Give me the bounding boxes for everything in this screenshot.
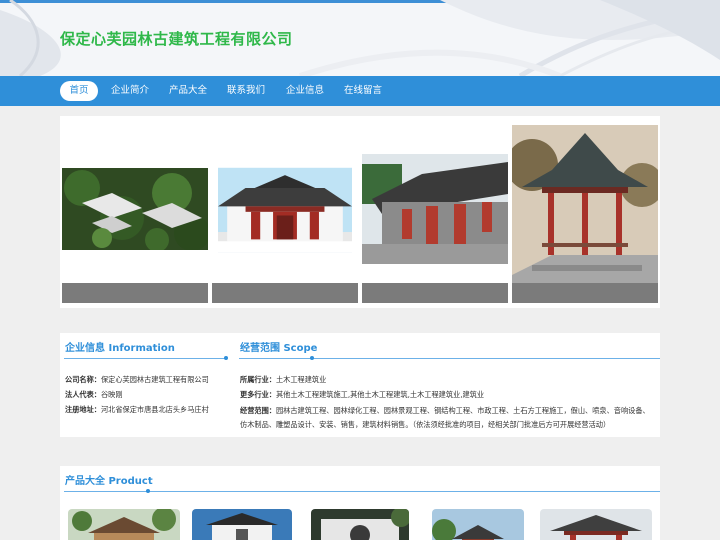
image-carousel — [60, 116, 660, 308]
address-row: 注册地址：河北省保定市唐县北店头乡马庄村 — [65, 405, 209, 415]
company-name-row: 公司名称：保定心芙园林古建筑工程有限公司 — [65, 375, 209, 385]
info-title-rule — [64, 358, 226, 359]
product-thumb[interactable] — [540, 509, 652, 540]
product-thumb[interactable] — [311, 509, 409, 540]
nav-item-products[interactable]: 产品大全 — [160, 81, 216, 101]
info-section-title: 企业信息 Information — [65, 343, 175, 354]
scope-title-rule-dot — [310, 356, 314, 360]
slide-caption-bar — [512, 283, 658, 303]
products-section-title: 产品大全 Product — [65, 476, 153, 487]
carousel-slide[interactable] — [62, 168, 208, 303]
scope-section-title: 经营范围 Scope — [240, 343, 318, 354]
nav-item-about[interactable]: 企业简介 — [102, 81, 158, 101]
nav-item-home[interactable]: 首页 — [60, 81, 98, 101]
more-industry-value: 其他土木工程建筑施工,其他土木工程建筑,土木工程建筑业,建筑业 — [275, 390, 485, 399]
legal-rep-row: 法人代表：谷映刚 — [65, 390, 123, 400]
address-value: 河北省保定市唐县北店头乡马庄村 — [100, 405, 209, 414]
slide-image-pavilion — [512, 125, 658, 285]
nav-item-contact[interactable]: 联系我们 — [218, 81, 274, 101]
products-title-rule — [64, 491, 660, 492]
company-name-value: 保定心芙园林古建筑工程有限公司 — [100, 375, 209, 384]
industry-value: 土木工程建筑业 — [275, 375, 327, 384]
slide-image-gate — [218, 167, 352, 253]
product-thumb[interactable] — [192, 509, 292, 540]
slide-caption-bar — [212, 283, 358, 303]
site-header: 保定心芙园林古建筑工程有限公司 — [0, 0, 720, 76]
company-name-label: 公司名称： — [65, 375, 101, 384]
carousel-slide[interactable] — [512, 125, 658, 303]
product-thumb[interactable] — [68, 509, 180, 540]
legal-rep-value: 谷映刚 — [100, 390, 123, 399]
product-thumb[interactable] — [432, 509, 524, 540]
slide-caption-bar — [362, 283, 508, 303]
info-title-rule-dot — [224, 356, 228, 360]
nav-item-company-info[interactable]: 企业信息 — [277, 81, 333, 101]
products-title-rule-dot — [146, 489, 150, 493]
slide-caption-bar — [62, 283, 208, 303]
slide-image-courtyard — [362, 154, 508, 264]
industry-label: 所属行业： — [240, 375, 276, 384]
scope-title-rule — [239, 358, 660, 359]
industry-row: 所属行业：土木工程建筑业 — [240, 375, 326, 385]
legal-rep-label: 法人代表： — [65, 390, 101, 399]
company-info-section: 企业信息 Information 公司名称：保定心芙园林古建筑工程有限公司 法人… — [60, 333, 660, 437]
nav-item-message[interactable]: 在线留言 — [335, 81, 391, 101]
slide-image-garden — [62, 168, 208, 250]
more-industry-row: 更多行业：其他土木工程建筑施工,其他土木工程建筑,土木工程建筑业,建筑业 — [240, 390, 484, 400]
business-scope-row: 经营范围：园林古建筑工程、园林绿化工程、园林景观工程、钢结构工程、市政工程、土石… — [240, 404, 656, 432]
products-section: 产品大全 Product — [60, 466, 660, 540]
carousel-slide[interactable] — [362, 154, 508, 303]
site-title[interactable]: 保定心芙园林古建筑工程有限公司 — [60, 28, 293, 49]
business-scope-label: 经营范围： — [240, 406, 276, 415]
carousel-slide[interactable] — [212, 164, 358, 303]
main-nav: 首页 企业简介 产品大全 联系我们 企业信息 在线留言 — [0, 76, 720, 106]
more-industry-label: 更多行业： — [240, 390, 276, 399]
business-scope-value: 园林古建筑工程、园林绿化工程、园林景观工程、钢结构工程、市政工程、土石方工程施工… — [240, 406, 650, 429]
address-label: 注册地址： — [65, 405, 101, 414]
